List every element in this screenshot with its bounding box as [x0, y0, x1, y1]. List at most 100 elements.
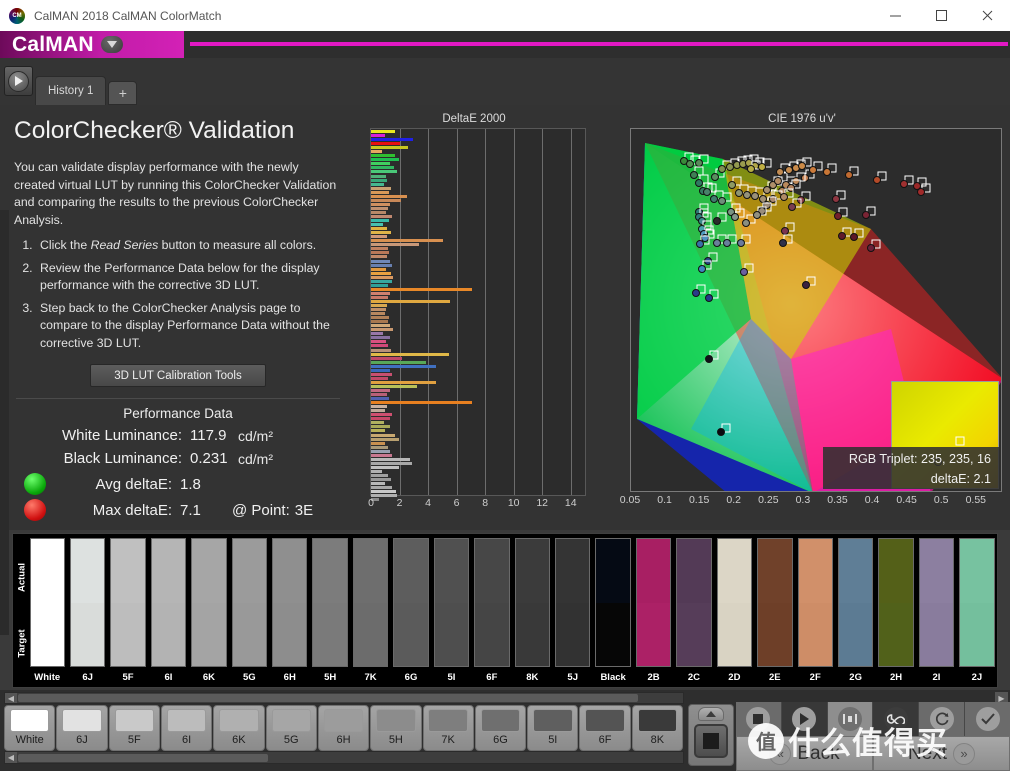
maximize-button[interactable] — [918, 0, 964, 31]
swatch-column[interactable]: 5I — [431, 534, 471, 687]
read-continuous-button[interactable] — [782, 702, 828, 736]
swatch-column[interactable]: 5G — [229, 534, 269, 687]
stop-square-icon — [703, 733, 719, 749]
swatch-column[interactable]: 2G — [835, 534, 875, 687]
swatch-scrollbar-bottom[interactable]: ◀ — [4, 751, 684, 764]
patch-color-chip — [272, 709, 311, 732]
swatch-column[interactable]: 6F — [472, 534, 512, 687]
patch-button[interactable]: 8K — [632, 705, 683, 751]
swatch-pair — [110, 538, 145, 667]
patch-button[interactable]: 6G — [475, 705, 526, 751]
tab-history-1[interactable]: History 1 — [35, 76, 106, 105]
patch-button[interactable]: 7K — [423, 705, 474, 751]
back-button[interactable]: « Back — [736, 736, 873, 771]
deltae-bar — [371, 474, 388, 477]
swatch-column[interactable]: 2I — [916, 534, 956, 687]
swatch-column[interactable]: 2J — [957, 534, 997, 687]
read-series-button[interactable] — [828, 702, 874, 736]
swatch-column[interactable]: 6K — [189, 534, 229, 687]
patch-color-chip — [62, 709, 101, 732]
measured-marker — [862, 211, 870, 219]
swatch-target — [313, 603, 346, 667]
calman-logo-block[interactable]: CalMAN — [0, 31, 184, 58]
swatch-target — [596, 603, 629, 667]
deltae-bar — [371, 389, 390, 392]
patch-color-chip — [376, 709, 415, 732]
swatch-pair — [70, 538, 105, 667]
close-button[interactable] — [964, 0, 1010, 31]
swatch-pair — [312, 538, 347, 667]
minimize-button[interactable] — [872, 0, 918, 31]
swatch-column[interactable]: 2E — [755, 534, 795, 687]
window-title: CalMAN 2018 CalMAN ColorMatch — [34, 9, 221, 23]
swatch-column[interactable]: 6G — [391, 534, 431, 687]
swatch-column[interactable]: 5J — [552, 534, 592, 687]
intro-paragraph: You can validate display performance wit… — [14, 159, 342, 229]
swatch-column[interactable]: 5F — [108, 534, 148, 687]
calman-colorwheel-icon — [9, 8, 25, 24]
scroll-left-arrow-icon[interactable]: ◀ — [5, 752, 17, 763]
deltae-bar — [371, 223, 383, 226]
accept-button[interactable] — [965, 702, 1010, 736]
patch-button[interactable]: 5H — [370, 705, 421, 751]
deltae-bar — [371, 195, 407, 198]
workflow-play-button[interactable] — [4, 66, 33, 96]
patch-button[interactable]: 6I — [161, 705, 212, 751]
patch-button[interactable]: 6J — [56, 705, 107, 751]
measured-marker — [779, 239, 787, 247]
patch-button[interactable]: 5I — [527, 705, 578, 751]
swatch-column[interactable]: 8K — [512, 534, 552, 687]
swatch-actual — [596, 539, 629, 603]
scroll-left-arrow-icon[interactable]: ◀ — [5, 693, 17, 703]
next-button[interactable]: Next » — [873, 736, 1010, 771]
swatch-column[interactable]: Black — [593, 534, 633, 687]
lut-calibration-tools-button[interactable]: 3D LUT Calibration Tools — [90, 364, 266, 387]
deltae-bar — [371, 268, 386, 271]
swatch-actual — [435, 539, 468, 603]
swatch-column[interactable]: White — [27, 534, 67, 687]
scroll-thumb[interactable] — [18, 694, 638, 702]
patch-button[interactable]: 5G — [266, 705, 317, 751]
deltae-bar — [371, 292, 390, 295]
deltae-bar — [371, 434, 395, 437]
infinity-icon — [884, 707, 908, 731]
patch-button[interactable]: White — [4, 705, 55, 751]
brand-menu-caret-icon[interactable] — [101, 36, 123, 53]
deltae-bar — [371, 312, 385, 315]
measured-marker — [703, 188, 711, 196]
deltae-bar — [371, 328, 393, 331]
swatch-column[interactable]: 7K — [350, 534, 390, 687]
panel-collapse-handle[interactable] — [698, 707, 724, 721]
x-tick-label: 0.2 — [726, 494, 741, 506]
swatch-column[interactable]: 2H — [876, 534, 916, 687]
swatch-column[interactable]: 2B — [633, 534, 673, 687]
patch-button[interactable]: 6H — [318, 705, 369, 751]
swatch-label: 5G — [232, 667, 267, 687]
deltae-bar — [371, 199, 401, 202]
deltae-bar — [371, 255, 387, 258]
add-tab-button[interactable]: + — [108, 81, 137, 105]
swatch-label: 5F — [110, 667, 145, 687]
patch-button[interactable]: 6K — [213, 705, 264, 751]
measured-marker — [737, 239, 745, 247]
continuous-loop-button[interactable] — [873, 702, 919, 736]
swatch-column[interactable]: 2F — [795, 534, 835, 687]
patch-color-chip — [428, 709, 467, 732]
read-single-point-button[interactable] — [694, 724, 728, 758]
scroll-thumb[interactable] — [18, 754, 268, 762]
swatch-column[interactable]: 6H — [270, 534, 310, 687]
swatch-column[interactable]: 6I — [148, 534, 188, 687]
stop-button[interactable] — [736, 702, 782, 736]
swatch-column[interactable]: 2C — [674, 534, 714, 687]
deltae-bar — [371, 316, 389, 319]
color-swatch-comparison-strip: Actual Target White6J5F6I6K5G6H5H7K6G5I6… — [12, 533, 998, 688]
swatch-column[interactable]: 6J — [67, 534, 107, 687]
patch-button[interactable]: 6F — [579, 705, 630, 751]
refresh-button[interactable] — [919, 702, 965, 736]
swatch-scrollbar-top[interactable]: ◀ — [4, 692, 684, 704]
patch-button[interactable]: 5F — [109, 705, 160, 751]
read-point-panel[interactable] — [688, 704, 734, 766]
deltae-bar — [371, 272, 391, 275]
swatch-column[interactable]: 5H — [310, 534, 350, 687]
swatch-column[interactable]: 2D — [714, 534, 754, 687]
